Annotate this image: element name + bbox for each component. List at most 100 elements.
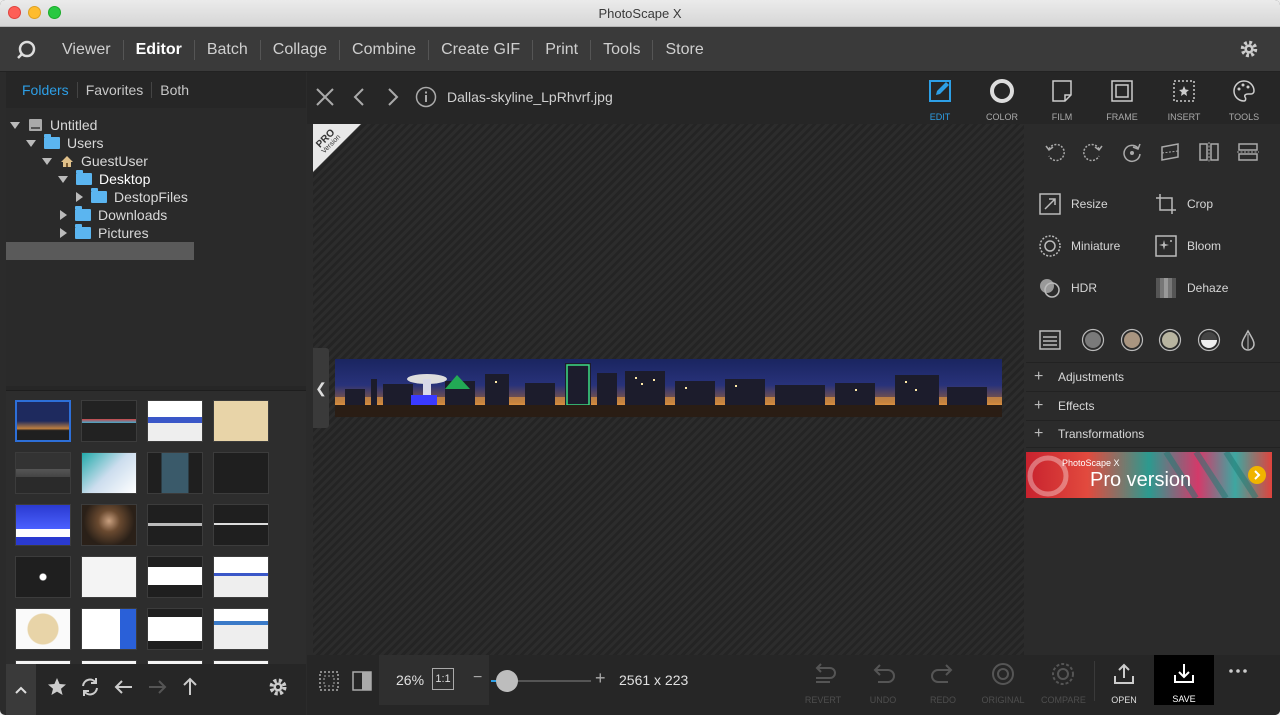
thumbnail[interactable] xyxy=(15,608,71,650)
close-image-icon[interactable] xyxy=(315,87,335,107)
actual-size-button[interactable]: 1:1 xyxy=(432,668,454,690)
resize-tool[interactable]: Resize xyxy=(1038,192,1108,216)
collapsed-arrow-icon[interactable] xyxy=(60,228,67,238)
up-arrow-icon[interactable] xyxy=(179,676,201,698)
collapse-sidebar-button[interactable]: ❮ xyxy=(313,348,329,428)
menu-print[interactable]: Print xyxy=(533,39,592,60)
revert-button[interactable]: REVERT xyxy=(801,662,845,705)
thumbnail[interactable] xyxy=(213,556,269,598)
zoom-in-button[interactable]: + xyxy=(595,668,606,689)
previous-image-icon[interactable] xyxy=(351,87,367,107)
zoom-value[interactable]: 26% xyxy=(396,672,424,688)
menu-batch[interactable]: Batch xyxy=(195,39,261,60)
hdr-tool[interactable]: HDR xyxy=(1038,276,1097,300)
settings-gear-icon[interactable] xyxy=(1238,38,1260,60)
pro-version-banner[interactable]: PhotoScape X Pro version xyxy=(1026,452,1272,498)
crop-tool[interactable]: Crop xyxy=(1154,192,1213,216)
open-button[interactable]: OPEN xyxy=(1102,662,1146,705)
info-icon[interactable] xyxy=(415,86,437,108)
tab-both[interactable]: Both xyxy=(152,82,197,98)
thumbnail[interactable] xyxy=(15,504,71,546)
tree-item-guestuser[interactable]: GuestUser xyxy=(42,152,148,170)
miniature-tool[interactable]: Miniature xyxy=(1038,234,1120,258)
compare-split-icon[interactable] xyxy=(351,670,373,692)
edited-photo[interactable] xyxy=(335,359,1002,417)
collapsed-arrow-icon[interactable] xyxy=(76,192,83,202)
bloom-tool[interactable]: Bloom xyxy=(1154,234,1221,258)
contrast-icon[interactable] xyxy=(1197,328,1221,352)
compare-button[interactable]: COMPARE xyxy=(1041,662,1086,705)
collapse-panel-button[interactable] xyxy=(6,664,36,715)
tree-item-downloads[interactable]: Downloads xyxy=(58,206,167,224)
rotate-left-icon[interactable] xyxy=(1044,141,1066,163)
transformations-section[interactable]: + Transformations xyxy=(1026,420,1280,448)
more-options-icon[interactable] xyxy=(1227,665,1249,677)
thumbnail[interactable] xyxy=(147,556,203,598)
forward-arrow-icon[interactable] xyxy=(146,676,168,698)
thumbnail[interactable] xyxy=(147,608,203,650)
thumbnail[interactable] xyxy=(213,608,269,650)
undo-button[interactable]: UNDO xyxy=(861,662,905,705)
adjustments-section[interactable]: + Adjustments xyxy=(1026,362,1280,390)
thumbnail[interactable] xyxy=(81,608,137,650)
tab-frame[interactable]: FRAME xyxy=(1094,78,1150,122)
zoom-slider-knob[interactable] xyxy=(496,670,518,692)
refresh-icon[interactable] xyxy=(79,676,101,698)
thumbnail[interactable] xyxy=(81,452,137,494)
selection-icon[interactable] xyxy=(318,670,340,692)
pro-version-badge[interactable]: PRO Version xyxy=(313,124,361,172)
dehaze-tool[interactable]: Dehaze xyxy=(1154,276,1228,300)
list-menu-icon[interactable] xyxy=(1038,328,1062,352)
tab-folders[interactable]: Folders xyxy=(14,82,78,98)
rotate-free-icon[interactable] xyxy=(1121,141,1143,163)
flip-horizontal-icon[interactable] xyxy=(1198,141,1220,163)
menu-create-gif[interactable]: Create GIF xyxy=(429,39,534,60)
thumbnail[interactable] xyxy=(81,400,137,442)
expand-arrow-icon[interactable] xyxy=(58,175,68,183)
thumbnail[interactable] xyxy=(15,400,71,442)
filter-preset-icon[interactable] xyxy=(1158,328,1182,352)
star-icon[interactable] xyxy=(46,676,68,698)
zoom-out-button[interactable]: − xyxy=(473,669,482,687)
menu-viewer[interactable]: Viewer xyxy=(50,39,124,60)
tab-insert[interactable]: INSERT xyxy=(1156,78,1212,122)
expand-arrow-icon[interactable] xyxy=(42,157,52,165)
tree-item-pictures[interactable]: Pictures xyxy=(58,224,149,242)
photoscape-logo-icon[interactable] xyxy=(14,38,38,62)
expand-arrow-icon[interactable] xyxy=(10,121,20,129)
back-arrow-icon[interactable] xyxy=(113,676,135,698)
next-image-icon[interactable] xyxy=(385,87,401,107)
collapsed-arrow-icon[interactable] xyxy=(60,210,67,220)
filter-preset-icon[interactable] xyxy=(1081,328,1105,352)
rotate-right-icon[interactable] xyxy=(1082,141,1104,163)
thumbnail[interactable] xyxy=(213,400,269,442)
thumbnail[interactable] xyxy=(147,452,203,494)
menu-editor[interactable]: Editor xyxy=(124,39,195,60)
sidebar-settings-gear-icon[interactable] xyxy=(267,676,289,698)
expand-arrow-icon[interactable] xyxy=(26,139,36,147)
tab-color[interactable]: COLOR xyxy=(974,78,1030,122)
menu-combine[interactable]: Combine xyxy=(340,39,430,60)
tab-edit[interactable]: EDIT xyxy=(912,78,968,122)
flip-vertical-icon[interactable] xyxy=(1237,141,1259,163)
thumbnail[interactable] xyxy=(81,504,137,546)
tab-tools[interactable]: TOOLS xyxy=(1216,78,1272,122)
menu-store[interactable]: Store xyxy=(653,40,715,60)
thumbnail[interactable] xyxy=(81,556,137,598)
drop-icon[interactable] xyxy=(1236,328,1260,352)
thumbnail[interactable] xyxy=(147,504,203,546)
thumbnail[interactable] xyxy=(15,452,71,494)
tab-favorites[interactable]: Favorites xyxy=(78,82,153,98)
thumbnail[interactable] xyxy=(147,400,203,442)
tree-item-desktop[interactable]: Desktop xyxy=(58,170,150,188)
menu-collage[interactable]: Collage xyxy=(261,39,341,60)
tree-item-untitled[interactable]: Untitled xyxy=(10,116,97,134)
zoom-slider-track[interactable] xyxy=(491,670,591,692)
effects-section[interactable]: + Effects xyxy=(1026,391,1280,419)
filter-preset-icon[interactable] xyxy=(1120,328,1144,352)
original-button[interactable]: ORIGINAL xyxy=(981,662,1025,705)
save-button[interactable]: SAVE xyxy=(1154,655,1214,705)
thumbnail[interactable] xyxy=(213,452,269,494)
thumbnail[interactable] xyxy=(213,504,269,546)
thumbnail[interactable] xyxy=(15,556,71,598)
